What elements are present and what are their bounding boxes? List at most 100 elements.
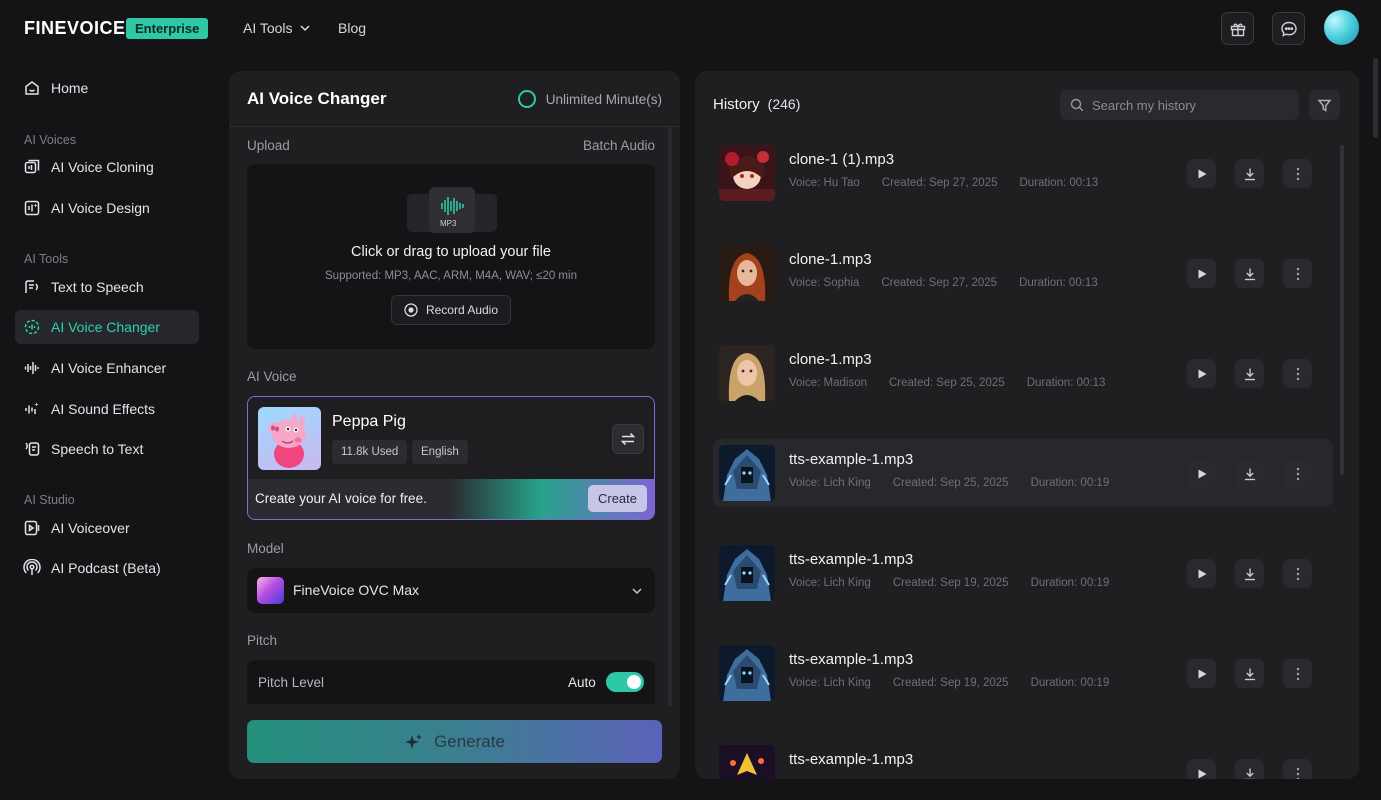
chat-button[interactable] [1272,12,1305,45]
play-icon [1198,269,1206,278]
panel-title: AI Voice Changer [247,89,387,108]
nav-blog[interactable]: Blog [338,20,366,36]
history-created: Created: Sep 19, 2025 [892,677,1009,689]
history-item[interactable]: clone-1.mp3 Voice: Madison Created: Sep 25… [713,339,1333,407]
model-select[interactable]: FineVoice OVC Max [247,568,655,613]
history-file-name: tts-example-1.mp3 [789,751,914,768]
record-audio-button[interactable]: Record Audio [391,295,511,325]
more-options-button[interactable] [1283,159,1312,188]
history-meta: Voice: Lich King Created: Sep 25, 2025 Dur… [789,477,1109,489]
more-vertical-icon [1296,467,1299,480]
more-options-button[interactable] [1283,259,1312,288]
history-duration: Duration: 00:13 [1019,277,1098,289]
history-file-name: clone-1 (1).mp3 [789,151,895,168]
history-item[interactable]: tts-example-1.mp3 [713,739,1333,779]
sidebar-item-voiceover[interactable]: AI Voiceover [15,511,199,545]
selected-voice-card[interactable]: Peppa Pig 11.8k Used English Create your… [247,396,655,520]
sidebar-item-voice-design[interactable]: AI Voice Design [15,191,199,225]
download-icon [1244,468,1255,480]
sidebar-item-voice-enhancer[interactable]: AI Voice Enhancer [15,351,199,385]
history-scrollbar[interactable] [1340,145,1344,475]
sidebar-item-text-to-speech[interactable]: Text to Speech [15,270,199,304]
sidebar-item-sound-effects[interactable]: AI Sound Effects [15,392,199,426]
sidebar-item-label: AI Voice Enhancer [51,360,167,376]
panel-scrollbar[interactable] [668,127,672,707]
play-icon [1198,569,1206,578]
logo[interactable]: FINEVOICE [24,18,126,39]
sidebar-item-home[interactable]: Home [15,71,199,105]
play-button[interactable] [1187,259,1216,288]
history-search-input[interactable] [1092,97,1282,113]
play-icon [1198,669,1206,678]
download-button[interactable] [1235,559,1264,588]
nav-ai-tools-label: AI Tools [243,20,293,36]
play-button[interactable] [1187,459,1216,488]
play-button[interactable] [1187,759,1216,779]
sidebar-item-voice-cloning[interactable]: AI Voice Cloning [15,150,199,184]
upload-dropzone[interactable]: MP3 Click or drag to upload your file Su… [247,164,655,349]
sidebar-item-speech-to-text[interactable]: Speech to Text [15,432,199,466]
avatar[interactable] [1324,10,1359,45]
play-icon [1198,769,1206,778]
more-options-button[interactable] [1283,459,1312,488]
history-meta: Voice: Madison Created: Sep 25, 2025 Durat… [789,377,1105,389]
nav-ai-tools[interactable]: AI Tools [243,20,311,36]
download-button[interactable] [1235,759,1264,779]
download-button[interactable] [1235,359,1264,388]
history-item[interactable]: clone-1.mp3 Voice: Sophia Created: Sep 27,… [713,239,1333,307]
sidebar-item-label: AI Voice Changer [51,319,160,335]
chat-icon [1280,21,1297,37]
swap-icon [620,432,636,446]
sidebar-item-podcast[interactable]: AI Podcast (Beta) [15,551,199,585]
history-filter-button[interactable] [1309,90,1340,120]
download-icon [1244,768,1255,779]
pitch-auto-toggle[interactable] [606,672,644,692]
download-button[interactable] [1235,459,1264,488]
enterprise-badge: Enterprise [126,18,209,39]
history-meta: Voice: Hu Tao Created: Sep 27, 2025 Durati… [789,177,1098,189]
batch-audio-link[interactable]: Batch Audio [583,138,655,153]
more-options-button[interactable] [1283,559,1312,588]
download-button[interactable] [1235,259,1264,288]
play-icon [1198,469,1206,478]
swap-voice-button[interactable] [612,424,644,454]
voice-thumbnail [719,645,775,701]
download-button[interactable] [1235,659,1264,688]
page-scrollbar[interactable] [1373,58,1378,138]
sidebar-item-voice-changer[interactable]: AI Voice Changer [15,310,199,344]
history-item[interactable]: tts-example-1.mp3 Voice: Lich King Created… [713,439,1333,507]
download-button[interactable] [1235,159,1264,188]
voice-thumbnail [719,145,775,201]
play-button[interactable] [1187,359,1216,388]
sound-effects-icon [25,402,39,414]
play-button[interactable] [1187,159,1216,188]
gift-button[interactable] [1221,12,1254,45]
generate-button[interactable]: Generate [247,720,662,763]
pitch-auto-label: Auto [568,675,596,690]
history-created: Created: Sep 27, 2025 [881,277,998,289]
history-search[interactable] [1060,90,1299,120]
history-voice: Voice: Sophia [789,277,860,289]
more-options-button[interactable] [1283,359,1312,388]
more-options-button[interactable] [1283,759,1312,779]
sidebar-item-label: AI Voice Cloning [51,159,154,175]
sidebar-item-label: AI Podcast (Beta) [51,560,161,576]
more-vertical-icon [1296,167,1299,180]
quota-ring-icon [517,90,536,108]
history-item[interactable]: tts-example-1.mp3 Voice: Lich King Created… [713,639,1333,707]
voice-cloning-icon [24,159,40,174]
divider [229,126,680,127]
history-meta: Voice: Sophia Created: Sep 27, 2025 Durati… [789,277,1098,289]
history-item[interactable]: clone-1 (1).mp3 Voice: Hu Tao Created: Sep… [713,139,1333,207]
history-item[interactable]: tts-example-1.mp3 Voice: Lich King Created… [713,539,1333,607]
chevron-down-icon [300,25,310,32]
more-options-button[interactable] [1283,659,1312,688]
play-button[interactable] [1187,559,1216,588]
history-duration: Duration: 00:19 [1030,477,1110,489]
history-duration: Duration: 00:19 [1030,577,1110,589]
download-icon [1244,568,1255,580]
history-file-name: clone-1.mp3 [789,351,872,368]
create-voice-button[interactable]: Create [588,485,647,512]
play-button[interactable] [1187,659,1216,688]
section-ai-tools: AI Tools [24,252,69,266]
